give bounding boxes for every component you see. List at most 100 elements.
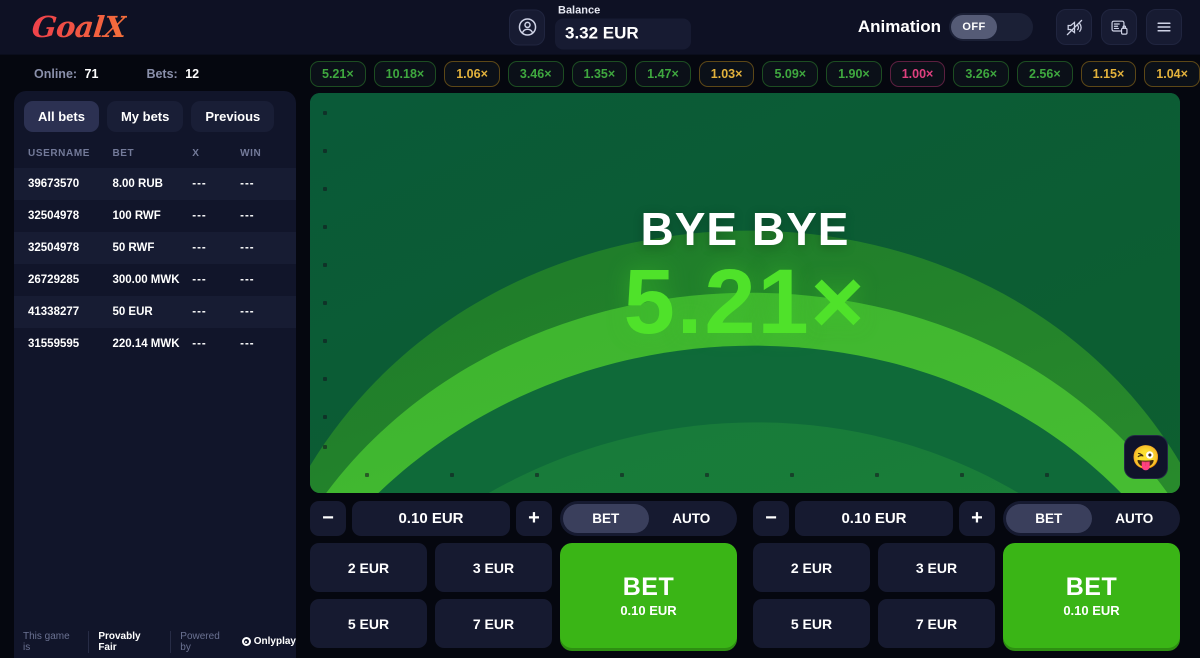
place-bet-label-left: BET (622, 573, 675, 601)
quick-bet-2-left[interactable]: 2 EUR (310, 543, 427, 592)
tab-previous[interactable]: Previous (191, 101, 275, 132)
row-x: --- (192, 338, 207, 350)
history-pill[interactable]: 1.04× (1144, 61, 1200, 87)
onlyplay-brand[interactable]: Onlyplay (254, 636, 296, 647)
bets-sidebar: Online: 71 Bets: 12 All bets My bets Pre… (0, 55, 310, 658)
mode-bet-right[interactable]: BET (1006, 504, 1092, 533)
row-win: --- (240, 306, 255, 318)
mode-bet-left[interactable]: BET (563, 504, 649, 533)
app-logo[interactable]: GoalX (12, 10, 127, 44)
row-bet: 50 EUR (112, 306, 153, 318)
bets-value: 12 (185, 67, 200, 81)
quick-bet-5-left[interactable]: 5 EUR (310, 599, 427, 648)
table-row[interactable]: 32504978 50 RWF --- --- (14, 232, 296, 264)
decrement-bet-button-right[interactable]: − (753, 501, 789, 536)
history-pill[interactable]: 3.26× (953, 61, 1009, 87)
row-x: --- (192, 242, 207, 254)
row-username: 26729285 (28, 274, 80, 286)
row-win: --- (240, 338, 255, 350)
table-row[interactable]: 41338277 50 EUR --- --- (14, 296, 296, 328)
row-x: --- (192, 306, 207, 318)
increment-bet-button-left[interactable]: + (516, 501, 552, 536)
quick-bet-3-right[interactable]: 3 EUR (878, 543, 995, 592)
history-pill[interactable]: 5.09× (762, 61, 819, 87)
footer-powered: Powered by (180, 630, 220, 653)
header-controls: Animation OFF (858, 9, 1186, 45)
table-row[interactable]: 39673570 8.00 RUB --- --- (14, 168, 296, 200)
column-header-username: USERNAME (28, 148, 91, 159)
mode-switch-left: BET AUTO (560, 501, 737, 536)
history-pill[interactable]: 3.46× (507, 61, 564, 87)
main-area: 5.21× 10.18× 1.06× 3.46× 1.35× 1.47× 1.0… (310, 55, 1200, 658)
sidebar-footer: This game is Provably Fair Powered by On… (14, 625, 296, 658)
row-bet: 300.00 MWK (112, 274, 180, 286)
current-multiplier: 5.21× (623, 250, 867, 353)
history-pill[interactable]: 1.47× (635, 61, 691, 87)
column-header-x: X (192, 148, 200, 159)
tab-all-bets[interactable]: All bets (24, 101, 99, 132)
table-row[interactable]: 26729285 300.00 MWK --- --- (14, 264, 296, 296)
row-username: 32504978 (28, 210, 80, 222)
history-pill[interactable]: 1.15× (1080, 61, 1137, 87)
emoji-reaction-button[interactable]: 😜 (1124, 435, 1168, 479)
hamburger-menu-icon[interactable] (1146, 9, 1182, 45)
bet-amount-input-right[interactable]: 0.10 EUR (795, 501, 953, 536)
user-avatar-icon[interactable] (509, 9, 545, 45)
place-bet-button-left[interactable]: BET 0.10 EUR (560, 543, 737, 648)
bet-amount-row-left: − 0.10 EUR + (310, 501, 552, 536)
quick-bet-7-right[interactable]: 7 EUR (878, 599, 995, 648)
place-bet-button-right[interactable]: BET 0.10 EUR (1003, 543, 1180, 648)
row-bet: 50 RWF (112, 242, 155, 254)
row-win: --- (240, 210, 255, 222)
multiplier-history-bar: 5.21× 10.18× 1.06× 3.46× 1.35× 1.47× 1.0… (310, 55, 1200, 93)
table-row[interactable]: 31559595 220.14 MWK --- --- (14, 328, 296, 360)
place-bet-amount-left: 0.10 EUR (620, 603, 677, 618)
animation-toggle-group: Animation OFF (858, 13, 1033, 41)
game-status-text: BYE BYE (640, 202, 850, 255)
row-win: --- (240, 242, 255, 254)
quick-bet-5-right[interactable]: 5 EUR (753, 599, 870, 648)
provably-fair-link[interactable]: Provably Fair (88, 630, 172, 653)
mode-auto-right[interactable]: AUTO (1092, 504, 1178, 533)
app-header: GoalX Balance 3.32 EUR Animation OFF (0, 0, 1200, 55)
mode-auto-left[interactable]: AUTO (649, 504, 735, 533)
row-username: 31559595 (28, 338, 80, 350)
animation-label: Animation (857, 17, 941, 36)
onlyplay-logo-icon (241, 637, 251, 646)
row-win: --- (240, 178, 255, 190)
balance-label: Balance (558, 4, 601, 17)
quick-bet-7-left[interactable]: 7 EUR (435, 599, 552, 648)
bets-stat: Bets: 12 (146, 67, 199, 81)
history-pill[interactable]: 10.18× (373, 61, 437, 87)
quick-bet-3-left[interactable]: 3 EUR (435, 543, 552, 592)
provably-fair-icon[interactable] (1101, 9, 1137, 45)
row-win: --- (240, 274, 255, 286)
mode-switch-right: BET AUTO (1003, 501, 1180, 536)
history-pill[interactable]: 2.56× (1017, 61, 1073, 87)
quick-bet-2-right[interactable]: 2 EUR (753, 543, 870, 592)
bets-table-body[interactable]: 39673570 8.00 RUB --- --- 32504978 100 R… (14, 168, 296, 625)
history-pill[interactable]: 1.35× (571, 61, 628, 87)
table-row[interactable]: 32504978 100 RWF --- --- (14, 200, 296, 232)
bets-table-header: USERNAME BET X WIN (14, 140, 296, 168)
bet-amount-input-left[interactable]: 0.10 EUR (352, 501, 510, 536)
row-bet: 220.14 MWK (112, 338, 180, 350)
history-pill[interactable]: 1.90× (826, 61, 882, 87)
increment-bet-button-right[interactable]: + (959, 501, 995, 536)
balance-area: Balance 3.32 EUR (509, 5, 691, 50)
balance-value[interactable]: 3.32 EUR (555, 18, 691, 50)
bets-tabs: All bets My bets Previous (14, 91, 296, 140)
decrement-bet-button-left[interactable]: − (310, 501, 346, 536)
animation-toggle[interactable]: OFF (949, 13, 1033, 41)
row-x: --- (192, 210, 207, 222)
history-pill[interactable]: 1.00× (889, 61, 946, 87)
history-pill[interactable]: 5.21× (310, 61, 366, 87)
row-x: --- (192, 178, 207, 190)
sound-muted-icon[interactable] (1056, 9, 1092, 45)
history-pill[interactable]: 1.06× (444, 61, 500, 87)
history-pill[interactable]: 1.03× (698, 61, 755, 87)
game-canvas[interactable]: BYE BYE 5.21× 😜 (310, 93, 1180, 493)
bet-amount-row-right: − 0.10 EUR + (753, 501, 995, 536)
tab-my-bets[interactable]: My bets (106, 101, 184, 132)
animation-toggle-state: OFF (951, 15, 997, 39)
